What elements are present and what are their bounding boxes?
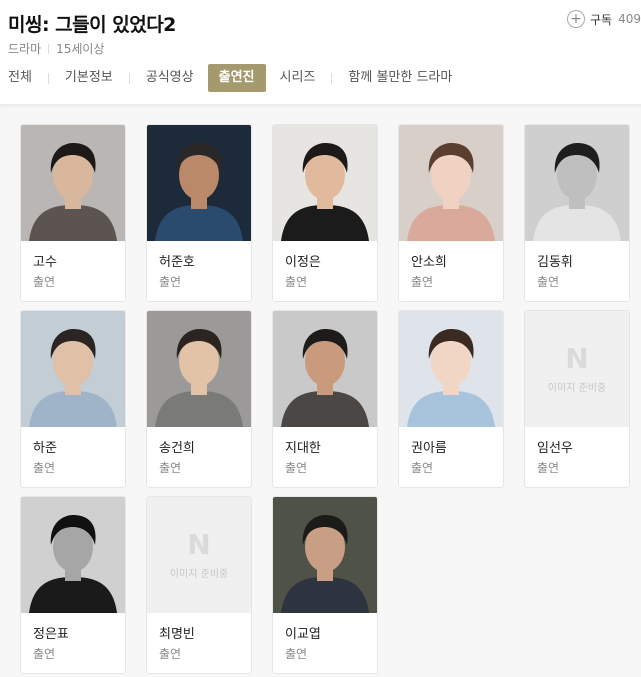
divider <box>48 44 50 54</box>
portrait-image <box>21 125 125 241</box>
portrait-image <box>21 311 125 427</box>
cast-role: 출연 <box>411 275 434 289</box>
cast-role: 출연 <box>285 275 308 289</box>
portrait-image <box>525 125 629 241</box>
cast-role: 출연 <box>411 461 434 475</box>
cast-name: 권아름 <box>411 441 447 456</box>
tab-divider <box>331 72 333 84</box>
portrait-image <box>273 125 377 241</box>
cast-role: 출연 <box>33 461 56 475</box>
cast-card[interactable]: 김동휘출연 <box>524 124 630 302</box>
cast-name: 이교엽 <box>285 627 321 642</box>
cast-name: 정은표 <box>33 627 69 642</box>
cast-role: 출연 <box>537 275 560 289</box>
subscribe-label: 구독 <box>590 12 613 27</box>
cast-photo <box>525 125 629 241</box>
cast-name: 고수 <box>33 255 57 270</box>
image-placeholder: N 이미지 준비중 <box>147 497 251 613</box>
cast-name: 이정은 <box>285 255 321 270</box>
cast-photo <box>21 497 125 613</box>
image-placeholder: N 이미지 준비중 <box>525 311 629 427</box>
cast-name: 김동휘 <box>537 255 573 270</box>
cast-name: 하준 <box>33 441 57 456</box>
cast-card[interactable]: 송건희출연 <box>146 310 252 488</box>
portrait-image <box>21 497 125 613</box>
cast-role: 출연 <box>537 461 560 475</box>
naver-logo-icon: N <box>187 527 211 561</box>
cast-card[interactable]: N 이미지 준비중임선우출연 <box>524 310 630 488</box>
cast-name: 허준호 <box>159 255 195 270</box>
cast-role: 출연 <box>285 461 308 475</box>
cast-role: 출연 <box>33 275 56 289</box>
tab-divider <box>128 72 130 84</box>
portrait-image <box>147 311 251 427</box>
plus-icon: + <box>567 10 585 28</box>
cast-card[interactable]: 안소희출연 <box>398 124 504 302</box>
naver-logo-icon: N <box>565 341 589 375</box>
tab-cast[interactable]: 출연진 <box>207 64 266 92</box>
portrait-image <box>399 311 503 427</box>
cast-name: 송건희 <box>159 441 195 456</box>
cast-card[interactable]: 지대한출연 <box>272 310 378 488</box>
cast-card[interactable]: 정은표출연 <box>20 496 126 674</box>
cast-role: 출연 <box>159 275 182 289</box>
placeholder-text: 이미지 준비중 <box>547 382 607 394</box>
genre-label: 드라마 <box>8 42 42 56</box>
subscribe-count: 409 <box>618 12 641 26</box>
cast-section: 고수 출연 허준호 출연 이정은 출연 안소희 출연 김동휘 출연 하준 출연 송건희 출연 지대한 출연 권아… <box>0 104 641 677</box>
cast-photo <box>273 311 377 427</box>
tab-divider <box>47 72 49 84</box>
cast-role: 출연 <box>159 647 182 661</box>
tab-all[interactable]: 전체 <box>0 64 40 92</box>
cast-name: 최명빈 <box>159 627 195 642</box>
cast-photo <box>21 125 125 241</box>
tab-basic-info[interactable]: 기본정보 <box>57 64 121 92</box>
cast-name: 안소희 <box>411 255 447 270</box>
subscribe-button[interactable]: + 구독 409 <box>567 10 641 28</box>
cast-role: 출연 <box>285 647 308 661</box>
cast-name: 임선우 <box>537 441 573 456</box>
cast-card[interactable]: N 이미지 준비중최명빈출연 <box>146 496 252 674</box>
portrait-image <box>273 497 377 613</box>
portrait-image <box>273 311 377 427</box>
cast-card[interactable]: 허준호출연 <box>146 124 252 302</box>
cast-photo <box>147 311 251 427</box>
rating-label: 15세이상 <box>56 42 105 56</box>
meta-info: 드라마 15세이상 <box>8 40 105 57</box>
cast-photo <box>273 125 377 241</box>
tab-series[interactable]: 시리즈 <box>272 64 324 92</box>
tab-official-video[interactable]: 공식영상 <box>138 64 202 92</box>
tab-bar: 전체 기본정보 공식영상 출연진 시리즈 함께 볼만한 드라마 <box>0 64 460 92</box>
cast-card[interactable]: 이교엽출연 <box>272 496 378 674</box>
cast-role: 출연 <box>159 461 182 475</box>
cast-role: 출연 <box>33 647 56 661</box>
cast-name: 지대한 <box>285 441 321 456</box>
cast-photo <box>21 311 125 427</box>
cast-photo <box>147 125 251 241</box>
cast-card[interactable]: 고수출연 <box>20 124 126 302</box>
cast-card[interactable]: 하준출연 <box>20 310 126 488</box>
cast-photo <box>399 125 503 241</box>
page-title: 미씽: 그들이 있었다2 <box>8 14 176 36</box>
portrait-image <box>147 125 251 241</box>
placeholder-text: 이미지 준비중 <box>169 568 229 580</box>
cast-card[interactable]: 이정은출연 <box>272 124 378 302</box>
tab-recommended[interactable]: 함께 볼만한 드라마 <box>340 64 460 92</box>
cast-photo <box>273 497 377 613</box>
cast-card[interactable]: 권아름출연 <box>398 310 504 488</box>
portrait-image <box>399 125 503 241</box>
page-header: 미씽: 그들이 있었다2 드라마 15세이상 + 구독 409 전체 기본정보 공식영… <box>0 0 641 104</box>
cast-photo <box>399 311 503 427</box>
